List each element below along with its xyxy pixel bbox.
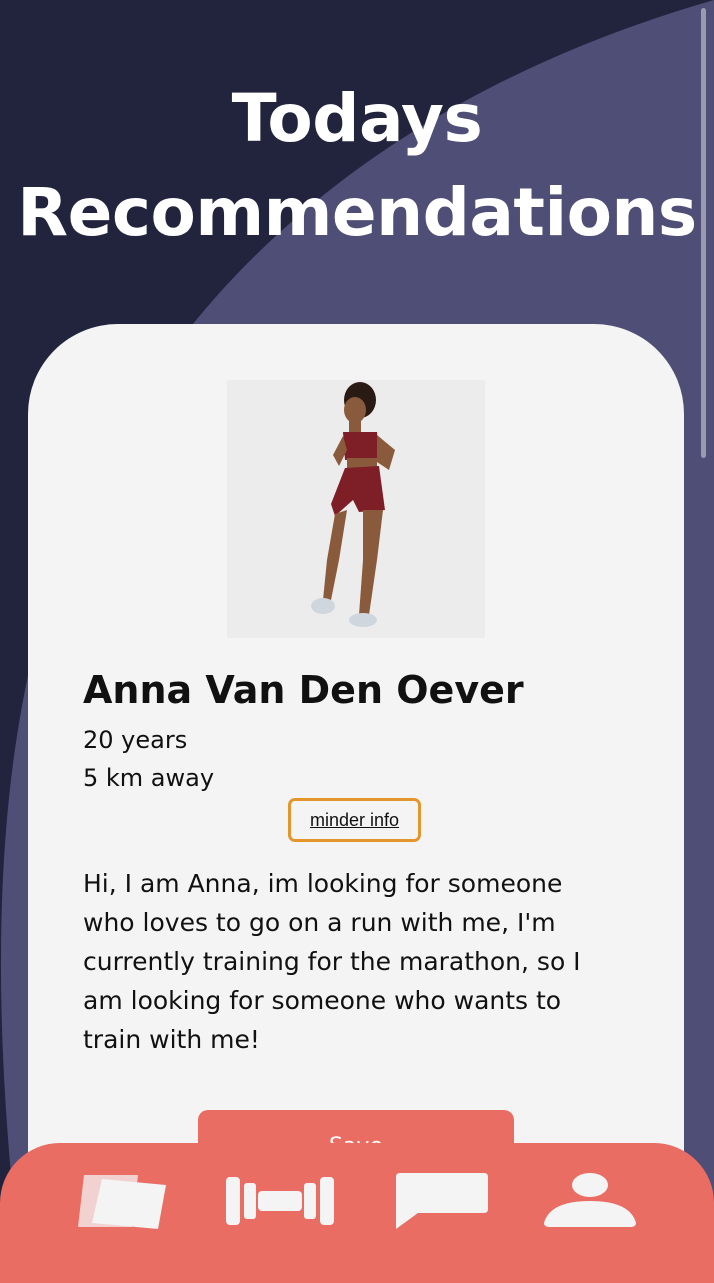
profile-name: Anna Van Den Oever <box>83 668 524 712</box>
tab-cards[interactable] <box>72 1166 172 1236</box>
profile-distance: 5 km away <box>83 764 215 792</box>
profile-bio: Hi, I am Anna, im looking for someone wh… <box>83 869 581 1054</box>
tab-profile[interactable] <box>538 1166 642 1236</box>
profile-icon <box>544 1173 636 1227</box>
more-info-button[interactable]: minder info <box>288 798 421 842</box>
profile-photo <box>227 380 485 638</box>
chat-icon <box>396 1173 488 1229</box>
dumbbell-icon <box>226 1177 334 1225</box>
profile-age: 20 years <box>83 726 188 754</box>
title-line-2: Recommendations <box>17 174 697 251</box>
tab-chat[interactable] <box>388 1166 492 1236</box>
title-line-1: Todays <box>231 80 483 157</box>
person-photo-icon <box>227 380 485 638</box>
tab-workout[interactable] <box>222 1166 338 1236</box>
cards-icon <box>78 1175 166 1229</box>
page-title: Todays Recommendations <box>0 72 714 260</box>
